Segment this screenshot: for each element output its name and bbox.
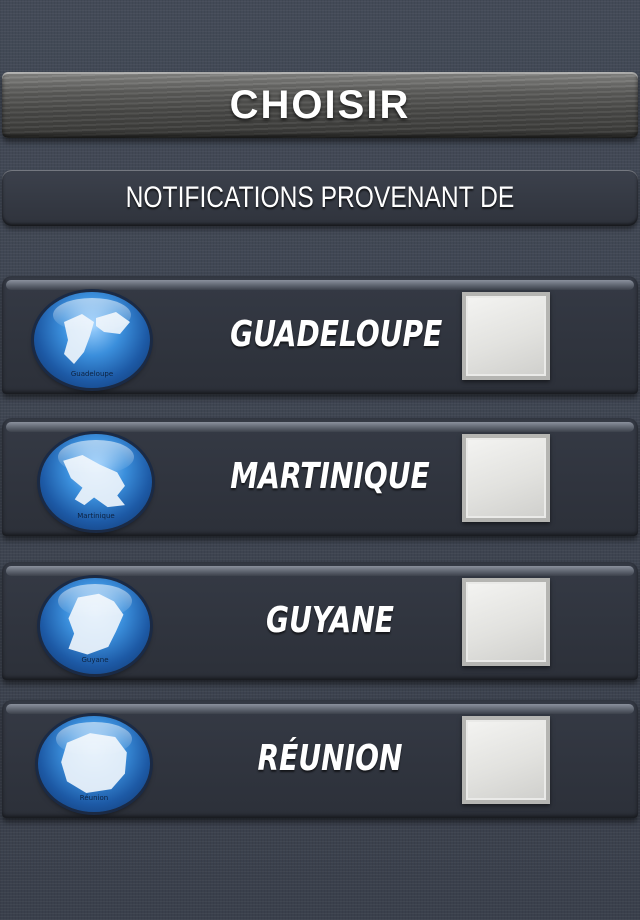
guadeloupe-map-globe-icon: Guadeloupe bbox=[34, 292, 150, 388]
globe-caption: Réunion bbox=[79, 794, 109, 802]
section-title: NOTIFICATIONS PROVENANT DE bbox=[125, 181, 515, 214]
reunion-checkbox[interactable] bbox=[462, 716, 550, 804]
guadeloupe-checkbox[interactable] bbox=[462, 292, 550, 380]
region-label: GUADELOUPE bbox=[230, 314, 443, 355]
guyane-checkbox[interactable] bbox=[462, 578, 550, 666]
region-row-guyane[interactable]: Guyane GUYANE bbox=[2, 562, 638, 680]
martinique-checkbox[interactable] bbox=[462, 434, 550, 522]
region-label: RÉUNION bbox=[257, 738, 403, 779]
reunion-map-globe-icon: Réunion bbox=[38, 716, 150, 812]
globe-caption: Guyane bbox=[81, 656, 109, 664]
guyane-map-globe-icon: Guyane bbox=[40, 578, 150, 674]
page-title: CHOISIR bbox=[229, 82, 411, 127]
region-row-martinique[interactable]: Martinique MARTINIQUE bbox=[2, 418, 638, 536]
martinique-map-globe-icon: Martinique bbox=[40, 434, 152, 530]
globe-caption: Guadeloupe bbox=[70, 370, 114, 378]
globe-caption: Martinique bbox=[77, 512, 115, 520]
region-row-reunion[interactable]: Réunion RÉUNION bbox=[2, 700, 638, 818]
region-label: GUYANE bbox=[266, 600, 394, 641]
header-bar: CHOISIR bbox=[2, 72, 638, 138]
subheader-bar: NOTIFICATIONS PROVENANT DE bbox=[2, 170, 638, 226]
region-row-guadeloupe[interactable]: Guadeloupe GUADELOUPE bbox=[2, 276, 638, 394]
region-label: MARTINIQUE bbox=[230, 456, 430, 497]
